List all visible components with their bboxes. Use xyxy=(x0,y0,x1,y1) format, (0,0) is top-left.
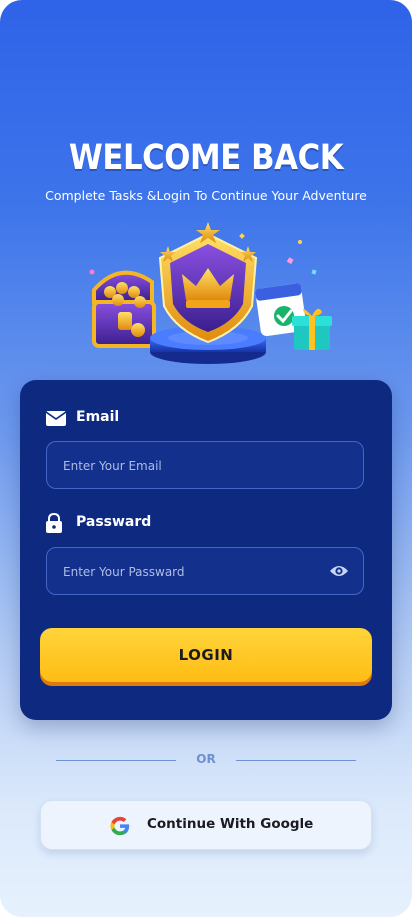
hero-illustration xyxy=(89,222,332,364)
login-screen: WELCOME BACK Complete Tasks &Login To Co… xyxy=(0,0,412,917)
continue-with-google-button[interactable]: Continue With Google xyxy=(40,800,372,850)
or-text: OR xyxy=(196,752,216,766)
google-button-label: Continue With Google xyxy=(147,816,314,832)
crown-shield-icon xyxy=(158,222,258,344)
envelope-icon xyxy=(46,411,66,426)
password-label: Passward xyxy=(76,514,152,530)
password-field[interactable] xyxy=(61,548,315,596)
lock-icon xyxy=(46,513,62,533)
email-field[interactable] xyxy=(61,442,315,490)
password-field-box[interactable] xyxy=(46,547,364,596)
login-card: Email Passward LOGIN xyxy=(20,380,392,720)
page-title: WELCOME BACK xyxy=(68,138,344,178)
or-divider: OR xyxy=(56,752,356,770)
google-icon xyxy=(110,816,130,836)
email-field-box[interactable] xyxy=(46,441,364,490)
eye-icon[interactable] xyxy=(329,563,349,579)
page-subtitle: Complete Tasks &Login To Continue Your A… xyxy=(45,188,367,203)
email-label: Email xyxy=(76,409,120,425)
divider-line-right xyxy=(236,760,356,761)
login-button[interactable]: LOGIN xyxy=(40,628,372,682)
treasure-chest-icon xyxy=(92,270,156,348)
